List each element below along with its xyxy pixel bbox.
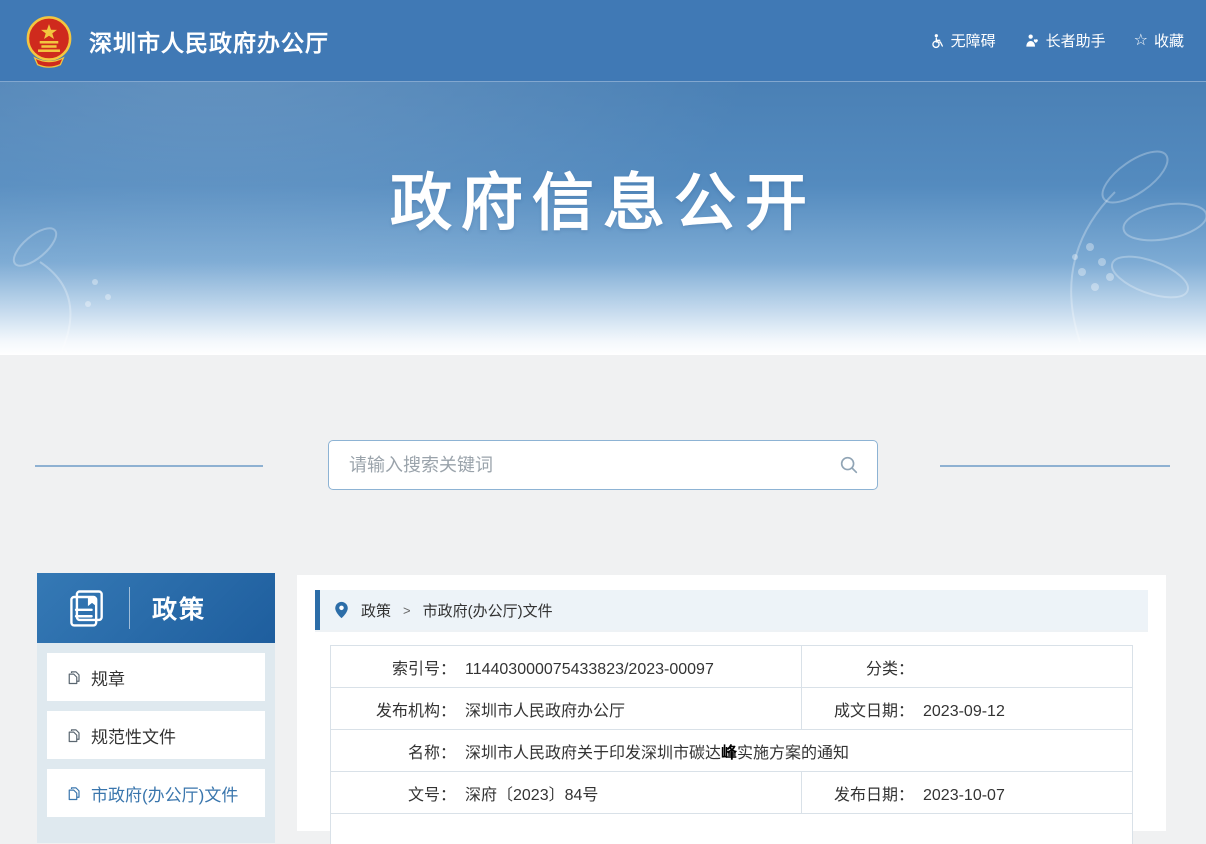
- document-number-value: 深府〔2023〕84号: [465, 787, 598, 804]
- decorative-line-left: [35, 465, 263, 467]
- search-section: [0, 355, 1206, 573]
- partial-cell: [331, 814, 1133, 844]
- elder-helper-link[interactable]: 长者助手: [1024, 30, 1106, 51]
- index-number-value: 114403000075433823/2023-00097: [465, 661, 714, 678]
- table-row-partial: [331, 814, 1133, 844]
- table-row: 文号： 深府〔2023〕84号 发布日期： 2023-10-07: [331, 772, 1133, 814]
- decorative-line-right: [940, 465, 1170, 467]
- elder-icon: [1024, 33, 1040, 49]
- issuing-agency-label: 发布机构：: [331, 697, 456, 721]
- sidebar: 政策 规章 规范性文件: [37, 573, 275, 843]
- search-box: [328, 440, 878, 490]
- category-label: 分类：: [802, 655, 914, 679]
- issuing-agency-value: 深圳市人民政府办公厅: [465, 703, 625, 720]
- table-row: 发布机构： 深圳市人民政府办公厅 成文日期： 2023-09-12: [331, 688, 1133, 730]
- written-date-cell: 成文日期： 2023-09-12: [802, 688, 1133, 730]
- site-title: 深圳市人民政府办公厅: [89, 24, 329, 58]
- issuing-agency-cell: 发布机构： 深圳市人民政府办公厅: [331, 688, 802, 730]
- publish-date-cell: 发布日期： 2023-10-07: [802, 772, 1133, 814]
- book-icon: [65, 586, 109, 630]
- publish-date-label: 发布日期：: [802, 781, 914, 805]
- accessibility-link[interactable]: 无障碍: [929, 30, 996, 51]
- site-brand[interactable]: 深圳市人民政府办公厅: [22, 14, 329, 68]
- location-pin-icon: [334, 601, 349, 619]
- document-icon: [67, 670, 82, 685]
- sidebar-header-policy[interactable]: 政策: [37, 573, 275, 643]
- sidebar-item-municipal-government-documents[interactable]: 市政府(办公厅)文件: [47, 769, 265, 817]
- main-area: 政策 规章 规范性文件: [0, 573, 1206, 821]
- star-icon: ☆: [1134, 33, 1148, 49]
- index-number-label: 索引号：: [331, 655, 456, 679]
- sidebar-item-label: 规范性文件: [91, 723, 176, 748]
- page-banner: 政府信息公开: [0, 82, 1206, 355]
- favorite-link[interactable]: ☆ 收藏: [1134, 30, 1184, 51]
- content-panel: 政策 > 市政府(办公厅)文件 索引号： 114403000075433823/2…: [297, 575, 1166, 831]
- document-icon: [67, 786, 82, 801]
- sidebar-header-label: 政策: [152, 590, 206, 626]
- document-name-value: 深圳市人民政府关于印发深圳市碳达峰实施方案的通知: [465, 745, 849, 762]
- favorite-label: 收藏: [1154, 30, 1184, 51]
- page-title: 政府信息公开: [0, 82, 1206, 242]
- sidebar-menu: 规章 规范性文件 市政府(办公厅)文件: [37, 643, 275, 843]
- search-input[interactable]: [329, 455, 821, 476]
- document-number-label: 文号：: [331, 781, 456, 805]
- top-header-bar: 深圳市人民政府办公厅 无障碍 长者助手: [0, 0, 1206, 82]
- breadcrumb-current-link[interactable]: 市政府(办公厅)文件: [423, 600, 553, 621]
- table-row: 索引号： 114403000075433823/2023-00097 分类：: [331, 646, 1133, 688]
- category-cell: 分类：: [802, 646, 1133, 688]
- publish-date-value: 2023-10-07: [923, 787, 1005, 804]
- national-emblem-icon: [22, 14, 76, 68]
- table-row: 名称： 深圳市人民政府关于印发深圳市碳达峰实施方案的通知: [331, 730, 1133, 772]
- index-number-cell: 索引号： 114403000075433823/2023-00097: [331, 646, 802, 688]
- accessibility-icon: [929, 33, 945, 49]
- elder-helper-label: 长者助手: [1046, 30, 1106, 51]
- sidebar-item-normative-documents[interactable]: 规范性文件: [47, 711, 265, 759]
- document-name-cell: 名称： 深圳市人民政府关于印发深圳市碳达峰实施方案的通知: [331, 730, 1133, 772]
- written-date-label: 成文日期：: [802, 697, 914, 721]
- search-button[interactable]: [821, 441, 877, 489]
- sidebar-item-regulations[interactable]: 规章: [47, 653, 265, 701]
- search-icon: [838, 454, 860, 476]
- breadcrumb-separator: >: [403, 603, 411, 618]
- sidebar-item-label: 规章: [91, 665, 125, 690]
- header-links: 无障碍 长者助手 ☆ 收藏: [929, 30, 1184, 51]
- document-icon: [67, 728, 82, 743]
- accessibility-label: 无障碍: [951, 30, 996, 51]
- search-keyword-highlight: 峰: [721, 745, 737, 762]
- document-info-table: 索引号： 114403000075433823/2023-00097 分类： 发布…: [330, 645, 1133, 844]
- document-number-cell: 文号： 深府〔2023〕84号: [331, 772, 802, 814]
- written-date-value: 2023-09-12: [923, 703, 1005, 720]
- breadcrumb-policy-link[interactable]: 政策: [361, 600, 391, 621]
- document-name-label: 名称：: [331, 739, 456, 763]
- sidebar-header-divider: [129, 587, 130, 629]
- breadcrumb: 政策 > 市政府(办公厅)文件: [315, 590, 1148, 630]
- sidebar-item-label: 市政府(办公厅)文件: [91, 781, 238, 806]
